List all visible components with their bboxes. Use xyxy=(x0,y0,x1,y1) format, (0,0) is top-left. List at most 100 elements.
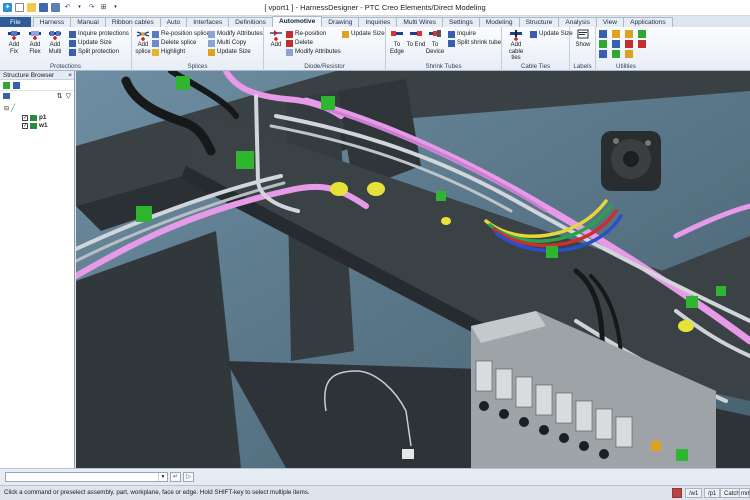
to-end-button[interactable]: To End xyxy=(406,29,426,49)
visibility-checkbox[interactable]: ✓ xyxy=(22,114,28,121)
utility-icon-3[interactable] xyxy=(625,30,633,38)
highlight-button[interactable]: Highlight xyxy=(152,48,185,56)
sort-icon[interactable]: ⇅ xyxy=(57,92,63,100)
utility-icon-8[interactable] xyxy=(638,40,646,48)
utility-icon-1[interactable] xyxy=(599,30,607,38)
utility-icon-4[interactable] xyxy=(638,30,646,38)
add-fix-button[interactable]: Add Fix xyxy=(4,29,24,55)
update-size-cable-ties-label: Update Size xyxy=(539,30,573,37)
tab-drawing[interactable]: Drawing xyxy=(321,17,360,27)
status-message: Click a command or preselect assembly, p… xyxy=(4,489,310,496)
tab-analysis[interactable]: Analysis xyxy=(558,17,597,27)
reposition-diode-button[interactable]: Re-position xyxy=(286,30,326,38)
update-size-protections-button[interactable]: Update Size xyxy=(69,39,112,47)
group-labels: Show Labels xyxy=(570,27,596,71)
visibility-checkbox[interactable]: ✓ xyxy=(22,122,28,129)
chevron-down-icon[interactable]: ▼ xyxy=(158,473,167,481)
close-panel-icon[interactable]: × xyxy=(68,71,74,79)
reposition-splice-button[interactable]: Re-position splice xyxy=(152,30,210,38)
tab-automotive[interactable]: Automotive xyxy=(271,16,323,27)
tab-definitions[interactable]: Definitions xyxy=(228,17,273,27)
status-record-icon[interactable] xyxy=(672,488,682,498)
split-shrink-icon xyxy=(448,39,455,47)
tab-inquiries[interactable]: Inquiries xyxy=(358,17,398,27)
utility-icon-9[interactable] xyxy=(599,50,607,58)
save-as-icon[interactable] xyxy=(51,3,60,12)
tab-multi-wires[interactable]: Multi Wires xyxy=(396,17,443,27)
utility-icon-2[interactable] xyxy=(612,30,620,38)
tab-applications[interactable]: Applications xyxy=(623,17,673,27)
split-protection-button[interactable]: Split protection xyxy=(69,48,119,56)
group-protections: Add Fix Add Flex Add Multi Inquire prote… xyxy=(0,27,132,71)
update-size-splice-button[interactable]: Update Size xyxy=(208,48,251,56)
ribbon-tabs: File Harness Manual Ribbon cables Auto I… xyxy=(0,16,750,27)
tab-harness[interactable]: Harness xyxy=(32,17,72,27)
add-splice-button[interactable]: Add splice xyxy=(133,29,153,55)
tab-structure[interactable]: Structure xyxy=(518,17,560,27)
multi-copy-button[interactable]: Multi Copy xyxy=(208,39,246,47)
utility-icon-6[interactable] xyxy=(612,40,620,48)
tab-manual[interactable]: Manual xyxy=(70,17,106,27)
add-multi-button[interactable]: Add Multi xyxy=(45,29,65,55)
tab-settings[interactable]: Settings xyxy=(441,17,480,27)
tab-ribbon-cables[interactable]: Ribbon cables xyxy=(104,17,161,27)
redo-icon[interactable]: ↷ xyxy=(87,3,96,12)
modify-attributes-diode-label: Modify Attributes xyxy=(295,48,341,55)
utility-icon-5[interactable] xyxy=(599,40,607,48)
modify-attributes-splice-button[interactable]: Modify Attributes xyxy=(208,30,263,38)
list-view-icon[interactable] xyxy=(3,93,10,99)
to-device-button[interactable]: To Device xyxy=(425,29,445,55)
tab-auto[interactable]: Auto xyxy=(159,17,188,27)
expand-icon[interactable]: ⊟ xyxy=(4,105,9,112)
add-cable-ties-button[interactable]: Add cable ties xyxy=(504,29,528,62)
execute-command-button[interactable]: ↵ xyxy=(170,472,181,482)
split-shrink-tube-button[interactable]: Split shrink tube xyxy=(448,39,501,47)
update-size-diode-button[interactable]: Update Size xyxy=(342,30,385,38)
update-size-cable-ties-button[interactable]: Update Size xyxy=(530,30,573,38)
status-part[interactable]: /p1 xyxy=(704,488,721,498)
open-folder-icon[interactable] xyxy=(27,3,36,12)
tree-item-label: p1 xyxy=(39,114,47,121)
filter-icon[interactable]: ▽ xyxy=(66,92,71,100)
filter-view-icon[interactable] xyxy=(13,81,20,89)
tab-file[interactable]: File xyxy=(0,17,31,27)
command-bar: ▼ ↵ ▷ xyxy=(0,468,750,485)
tab-interfaces[interactable]: Interfaces xyxy=(186,17,230,27)
inquire-shrink-button[interactable]: Inquire xyxy=(448,30,476,38)
to-edge-button[interactable]: To Edge xyxy=(387,29,407,55)
tree-view-icon[interactable] xyxy=(3,81,10,89)
status-workplane[interactable]: /w1 xyxy=(685,488,703,498)
model-viewport[interactable] xyxy=(76,71,750,468)
network-icon[interactable]: ⊞ xyxy=(99,3,108,12)
utility-icon-7[interactable] xyxy=(625,40,633,48)
app-logo-icon: ✦ xyxy=(3,3,12,12)
tab-view[interactable]: View xyxy=(595,17,625,27)
undo-icon[interactable]: ↶ xyxy=(63,3,72,12)
clear-command-button[interactable]: ▷ xyxy=(183,472,194,482)
tab-modeling[interactable]: Modeling xyxy=(478,17,520,27)
root-icon: ╱ xyxy=(11,105,16,112)
modify-attributes-diode-button[interactable]: Modify Attributes xyxy=(286,48,341,56)
inquire-protections-button[interactable]: Inquire protections xyxy=(69,30,129,38)
customize-icon[interactable]: ▾ xyxy=(111,3,120,12)
group-label-protections: Protections xyxy=(50,63,81,70)
tree-root[interactable]: ⊟ ╱ xyxy=(4,104,15,112)
new-file-icon[interactable] xyxy=(15,3,24,12)
delete-splice-button[interactable]: Delete splice xyxy=(152,39,196,47)
split-shrink-tube-label: Split shrink tube xyxy=(457,39,502,46)
utility-icon-10[interactable] xyxy=(612,50,620,58)
update-size-ties-icon xyxy=(530,30,537,38)
to-device-label: To Device xyxy=(425,42,445,55)
save-icon[interactable] xyxy=(39,3,48,12)
command-input[interactable]: ▼ xyxy=(5,472,168,482)
tree-item-p1[interactable]: ✓ p1 xyxy=(22,114,46,121)
utility-icon-11[interactable] xyxy=(625,50,633,58)
show-labels-button[interactable]: Show xyxy=(573,29,593,49)
dropdown-icon[interactable]: ▾ xyxy=(75,3,84,12)
delete-diode-button[interactable]: Delete xyxy=(286,39,313,47)
add-flex-button[interactable]: Add Flex xyxy=(25,29,45,55)
status-units[interactable]: mm xyxy=(739,488,750,498)
tree-item-w1[interactable]: ✓ w1 xyxy=(22,122,48,129)
inquire-shrink-label: Inquire xyxy=(457,30,476,37)
add-diode-button[interactable]: Add xyxy=(266,29,286,49)
